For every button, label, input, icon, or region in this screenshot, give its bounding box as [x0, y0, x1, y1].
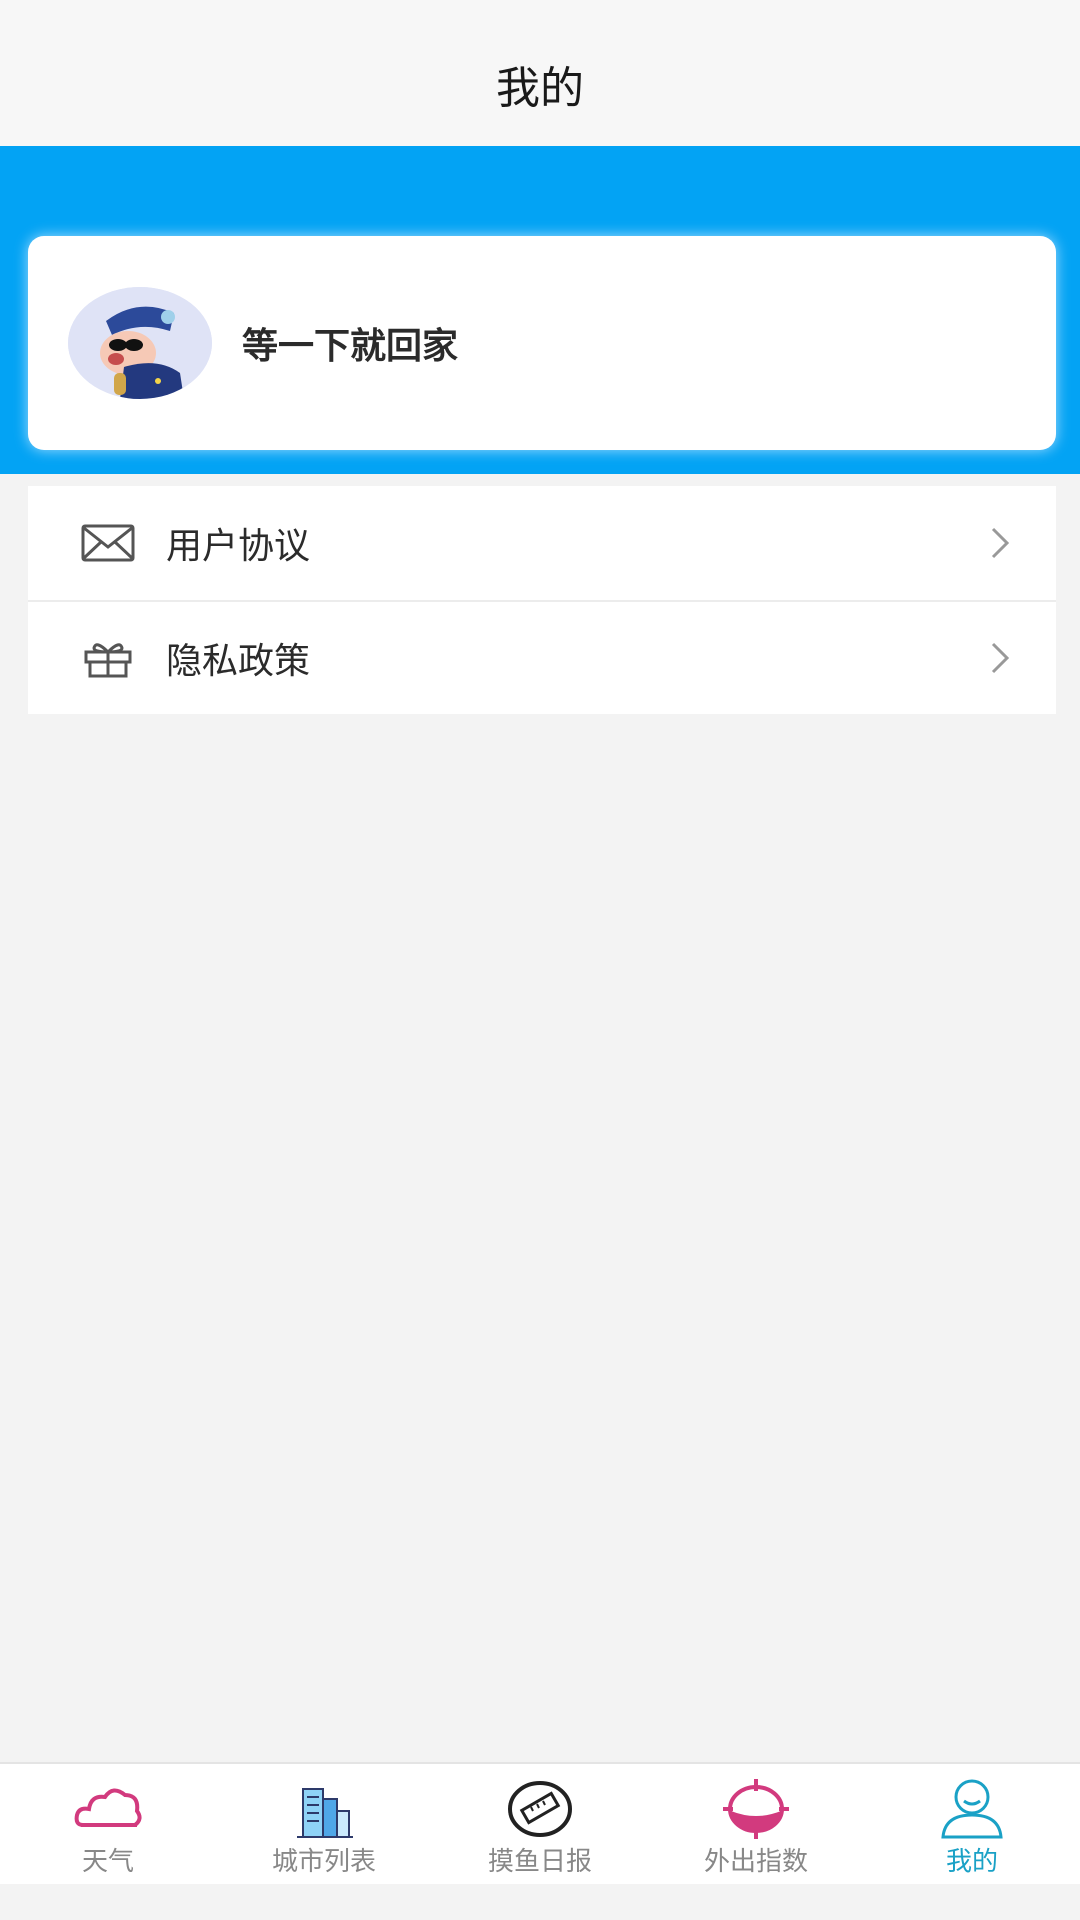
user-icon: [941, 1779, 1003, 1839]
ruler-icon: [508, 1781, 572, 1837]
title-bar: 我的: [0, 0, 1080, 146]
tab-daily-report[interactable]: 摸鱼日报: [432, 1764, 648, 1884]
tab-label: 天气: [81, 1847, 134, 1877]
tab-city-list[interactable]: 城市列表: [216, 1764, 432, 1884]
target-icon: [723, 1779, 789, 1839]
tab-label: 城市列表: [271, 1847, 376, 1877]
menu-item-label: 隐私政策: [166, 641, 311, 682]
buildings-icon: [297, 1788, 353, 1838]
menu-item-label: 用户协议: [166, 526, 311, 567]
tab-weather[interactable]: 天气: [0, 1764, 216, 1884]
page-title: 我的: [496, 63, 584, 114]
username: 等一下就回家: [242, 326, 459, 367]
profile-card[interactable]: 等一下就回家: [28, 236, 1056, 450]
menu-item-privacy-policy[interactable]: 隐私政策: [28, 600, 1056, 714]
tab-label: 摸鱼日报: [487, 1847, 592, 1877]
envelope-icon: [81, 524, 135, 562]
tab-outdoor-index[interactable]: 外出指数: [648, 1764, 864, 1884]
avatar[interactable]: [68, 287, 212, 399]
menu-item-user-agreement[interactable]: 用户协议: [28, 486, 1056, 600]
settings-menu: 用户协议 隐私政策: [28, 486, 1056, 714]
tab-label: 我的: [945, 1847, 998, 1877]
chevron-right-icon: [991, 527, 1010, 559]
cloud-icon: [74, 1788, 142, 1827]
bottom-tab-bar: 天气 城市列表 摸鱼日报 外出指数 我的: [0, 1762, 1080, 1884]
gift-icon: [84, 643, 132, 678]
tab-profile[interactable]: 我的: [864, 1764, 1080, 1884]
tab-label: 外出指数: [703, 1847, 808, 1877]
chevron-right-icon: [991, 642, 1010, 674]
